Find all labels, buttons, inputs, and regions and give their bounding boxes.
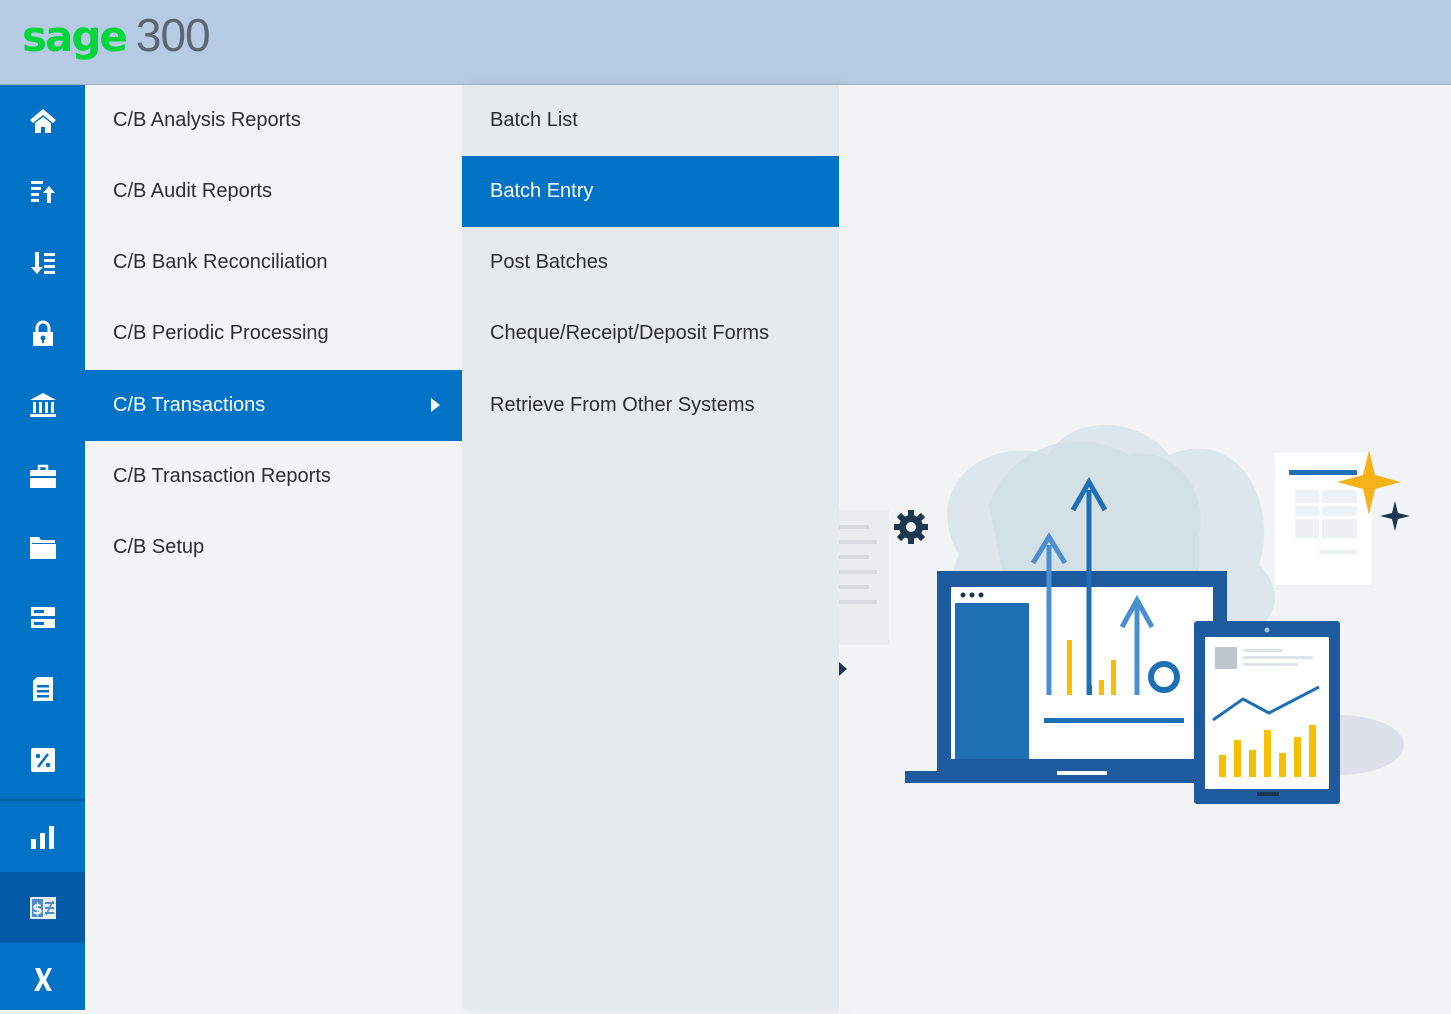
submenu-item-label: Batch List [490, 109, 578, 131]
submenu-item-label: Retrieve From Other Systems [490, 394, 755, 416]
submenu-item-label: Batch Entry [490, 180, 594, 202]
rail-item-11[interactable] [0, 801, 85, 872]
rail-item-cash-book[interactable]: $ [0, 872, 85, 943]
caret-right-icon [431, 398, 440, 412]
rail-item-4[interactable] [0, 298, 85, 369]
menu-item-transaction-reports[interactable]: C/B Transaction Reports [85, 441, 462, 512]
menu-item-label: C/B Setup [113, 536, 205, 558]
submenu-item-retrieve[interactable]: Retrieve From Other Systems [462, 370, 839, 441]
submenu-item-batch-list[interactable]: Batch List [462, 85, 839, 156]
tools-icon [33, 967, 52, 991]
menu-item-setup[interactable]: C/B Setup [85, 512, 462, 583]
percent-icon [30, 747, 55, 772]
home-content [839, 85, 1451, 1010]
rail-item-13[interactable] [0, 943, 85, 1014]
submenu-item-cheque-forms[interactable]: Cheque/Receipt/Deposit Forms [462, 298, 839, 369]
module-menu: C/B Analysis Reports C/B Audit Reports C… [85, 85, 462, 1010]
menu-item-label: C/B Analysis Reports [113, 109, 301, 131]
menu-item-label: C/B Bank Reconciliation [113, 251, 328, 273]
menu-item-label: C/B Audit Reports [113, 180, 272, 202]
menu-item-periodic-processing[interactable]: C/B Periodic Processing [85, 298, 462, 369]
cash-book-icon: $ [29, 896, 56, 919]
submenu-item-batch-entry[interactable]: Batch Entry [462, 156, 839, 227]
sage-logo[interactable]: sage 300 [22, 8, 211, 62]
submenu-item-label: Post Batches [490, 251, 608, 273]
document-icon [32, 676, 53, 701]
rail-item-7[interactable] [0, 511, 85, 582]
rail-item-10[interactable] [0, 724, 85, 795]
home-icon [29, 108, 56, 133]
rail-item-5[interactable] [0, 369, 85, 440]
app-header: sage 300 [0, 0, 1451, 85]
menu-item-analysis-reports[interactable]: C/B Analysis Reports [85, 85, 462, 156]
submenu: Batch List Batch Entry Post Batches Cheq… [462, 85, 839, 1010]
menu-item-bank-reconciliation[interactable]: C/B Bank Reconciliation [85, 227, 462, 298]
folder-icon [29, 536, 56, 559]
bank-icon [29, 392, 56, 417]
menu-item-label: C/B Transaction Reports [113, 465, 331, 487]
module-rail: $ [0, 85, 85, 1010]
lock-icon [32, 320, 53, 346]
rail-item-8[interactable] [0, 582, 85, 653]
rail-item-home[interactable] [0, 85, 85, 156]
bar-chart-icon [30, 825, 54, 849]
logo-product: 300 [135, 9, 211, 61]
gear-icon [894, 510, 928, 544]
rail-item-3[interactable] [0, 227, 85, 298]
rail-item-6[interactable] [0, 440, 85, 511]
menu-item-audit-reports[interactable]: C/B Audit Reports [85, 156, 462, 227]
server-icon [30, 606, 55, 628]
rail-item-2[interactable] [0, 156, 85, 227]
svg-text:$: $ [32, 900, 42, 918]
briefcase-icon [29, 464, 56, 488]
sort-list-up-icon [30, 180, 55, 203]
dashboard-illustration [839, 425, 1410, 804]
menu-item-label: C/B Transactions [113, 394, 266, 416]
submenu-item-label: Cheque/Receipt/Deposit Forms [490, 322, 770, 344]
menu-item-label: C/B Periodic Processing [113, 322, 329, 344]
sort-list-down-icon [30, 251, 55, 274]
logo-brand: sage [22, 12, 128, 61]
rail-item-9[interactable] [0, 653, 85, 724]
menu-item-transactions[interactable]: C/B Transactions [85, 370, 462, 441]
submenu-item-post-batches[interactable]: Post Batches [462, 227, 839, 298]
